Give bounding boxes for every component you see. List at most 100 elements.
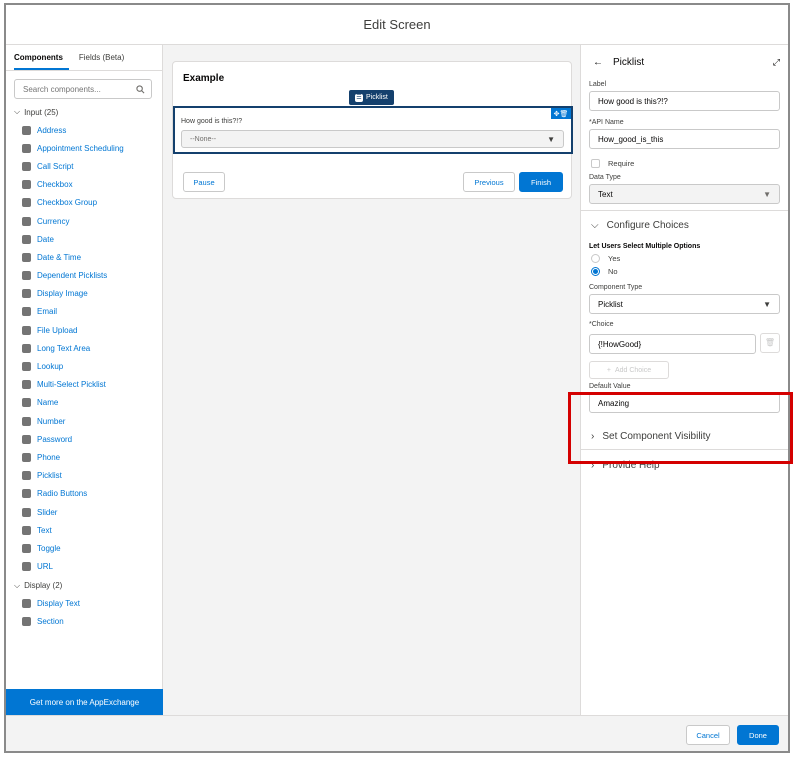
- api-name-input[interactable]: How_good_is_this: [589, 129, 780, 149]
- component-type-icon: [22, 471, 31, 481]
- component-item-name[interactable]: Name: [6, 394, 162, 412]
- component-item-label: Section: [37, 617, 64, 627]
- pause-button[interactable]: Pause: [183, 172, 225, 192]
- component-item-label: Slider: [37, 507, 58, 517]
- component-item-label: Text: [37, 525, 52, 535]
- component-type-icon: [22, 562, 31, 572]
- component-item-call-script[interactable]: Call Script: [6, 157, 162, 175]
- component-item-toggle[interactable]: Toggle: [6, 539, 162, 557]
- expand-icon[interactable]: ⤢: [773, 57, 780, 68]
- component-item-currency[interactable]: Currency: [6, 212, 162, 230]
- search-input[interactable]: [23, 84, 123, 94]
- screen-title: Example: [183, 73, 225, 84]
- selected-picklist-component[interactable]: ✥🗑 How good is this?!? --None-- ▼: [173, 106, 573, 154]
- component-type-icon: [22, 617, 31, 627]
- component-type-icon: [22, 452, 31, 462]
- choice-label: *Choice: [589, 321, 614, 328]
- component-item-url[interactable]: URL: [6, 558, 162, 576]
- component-item-date[interactable]: Date: [6, 230, 162, 248]
- component-type-icon: [22, 216, 31, 226]
- appexchange-button[interactable]: Get more on the AppExchange: [6, 689, 163, 715]
- component-type-icon: [22, 525, 31, 535]
- component-item-date-time[interactable]: Date & Time: [6, 248, 162, 266]
- configure-choices-label: Configure Choices: [606, 220, 689, 231]
- component-item-phone[interactable]: Phone: [6, 448, 162, 466]
- component-type-icon: [22, 161, 31, 171]
- component-item-label: Long Text Area: [37, 343, 91, 353]
- palette-tabs: Components Fields (Beta): [6, 45, 162, 71]
- component-visibility-section[interactable]: › Set Component Visibility: [581, 431, 788, 442]
- data-type-label: Data Type: [589, 174, 621, 181]
- previous-button[interactable]: Previous: [463, 172, 515, 192]
- component-item-dependent-picklists[interactable]: Dependent Picklists: [6, 267, 162, 285]
- component-item-email[interactable]: Email: [6, 303, 162, 321]
- component-item-checkbox-group[interactable]: Checkbox Group: [6, 194, 162, 212]
- move-delete-icon[interactable]: ✥🗑: [551, 108, 571, 119]
- cancel-button[interactable]: Cancel: [686, 725, 730, 745]
- component-item-checkbox[interactable]: Checkbox: [6, 176, 162, 194]
- provide-help-section[interactable]: › Provide Help: [581, 460, 788, 471]
- radio-no-row: No: [581, 267, 788, 276]
- picklist-preview[interactable]: --None-- ▼: [181, 130, 564, 148]
- delete-choice-icon[interactable]: 🗑: [760, 332, 780, 353]
- label-field-label: Label: [589, 81, 607, 88]
- default-value-input[interactable]: Amazing: [589, 393, 780, 413]
- component-item-file-upload[interactable]: File Upload: [6, 321, 162, 339]
- modal-title: Edit Screen: [363, 17, 431, 32]
- data-type-select: Text ▼: [589, 184, 780, 204]
- choice-input[interactable]: {!HowGood}: [589, 334, 756, 354]
- properties-title: Picklist: [613, 56, 645, 68]
- component-item-password[interactable]: Password: [6, 430, 162, 448]
- component-item-label: Appointment Scheduling: [37, 143, 124, 153]
- visibility-label: Set Component Visibility: [602, 431, 711, 442]
- dropdown-arrow-icon: ▼: [547, 134, 555, 144]
- done-button[interactable]: Done: [737, 725, 779, 745]
- require-row: Require: [581, 159, 788, 168]
- modal-header: Edit Screen: [6, 5, 788, 45]
- component-item-appointment-scheduling[interactable]: Appointment Scheduling: [6, 139, 162, 157]
- component-item-display-image[interactable]: Display Image: [6, 285, 162, 303]
- modal-footer: Cancel Done: [6, 715, 788, 751]
- component-search[interactable]: [14, 79, 152, 99]
- configure-choices-section[interactable]: ⌵ Configure Choices: [581, 220, 788, 231]
- component-item-label: Date & Time: [37, 252, 82, 262]
- display-group-header[interactable]: ⌵ Display (2): [6, 576, 162, 595]
- radio-no[interactable]: [591, 267, 600, 276]
- component-item-address[interactable]: Address: [6, 121, 162, 139]
- component-type-icon: [22, 234, 31, 244]
- component-item-section[interactable]: Section: [6, 613, 162, 631]
- component-item-lookup[interactable]: Lookup: [6, 357, 162, 375]
- component-item-long-text-area[interactable]: Long Text Area: [6, 339, 162, 357]
- component-item-label: Password: [37, 434, 73, 444]
- component-item-label: Display Text: [37, 599, 80, 609]
- component-type-icon: [22, 271, 31, 281]
- properties-header: ← Picklist ⤢: [581, 45, 788, 79]
- finish-button[interactable]: Finish: [519, 172, 563, 192]
- component-type-icon: [22, 289, 31, 299]
- input-group-header[interactable]: ⌵ Input (25): [6, 105, 162, 121]
- screen-canvas: Example ☰ Picklist ✥🗑 How good is this?!…: [172, 61, 573, 199]
- component-item-label: Address: [37, 125, 67, 135]
- add-choice-label: Add Choice: [614, 366, 652, 374]
- require-checkbox[interactable]: [591, 159, 600, 168]
- tab-components[interactable]: Components: [14, 45, 69, 70]
- component-item-number[interactable]: Number: [6, 412, 162, 430]
- dropdown-arrow-icon: ▼: [763, 299, 771, 309]
- component-item-radio-buttons[interactable]: Radio Buttons: [6, 485, 162, 503]
- component-item-display-text[interactable]: Display Text: [6, 595, 162, 613]
- component-item-multi-select-picklist[interactable]: Multi-Select Picklist: [6, 376, 162, 394]
- component-item-label: Name: [37, 398, 59, 408]
- component-palette: Components Fields (Beta) ⌵ Input (25) Ad…: [6, 45, 163, 715]
- label-input[interactable]: How good is this?!?: [589, 91, 780, 111]
- component-item-picklist[interactable]: Picklist: [6, 467, 162, 485]
- component-type-icon: [22, 180, 31, 190]
- component-item-label: Toggle: [37, 543, 61, 553]
- back-arrow-icon[interactable]: ←: [593, 57, 603, 68]
- component-type-select[interactable]: Picklist ▼: [589, 294, 780, 314]
- component-item-text[interactable]: Text: [6, 521, 162, 539]
- add-choice-button[interactable]: + Add Choice: [589, 361, 669, 379]
- component-item-slider[interactable]: Slider: [6, 503, 162, 521]
- radio-no-label: No: [608, 267, 618, 276]
- radio-yes[interactable]: [591, 254, 600, 263]
- tab-fields-beta[interactable]: Fields (Beta): [79, 45, 130, 70]
